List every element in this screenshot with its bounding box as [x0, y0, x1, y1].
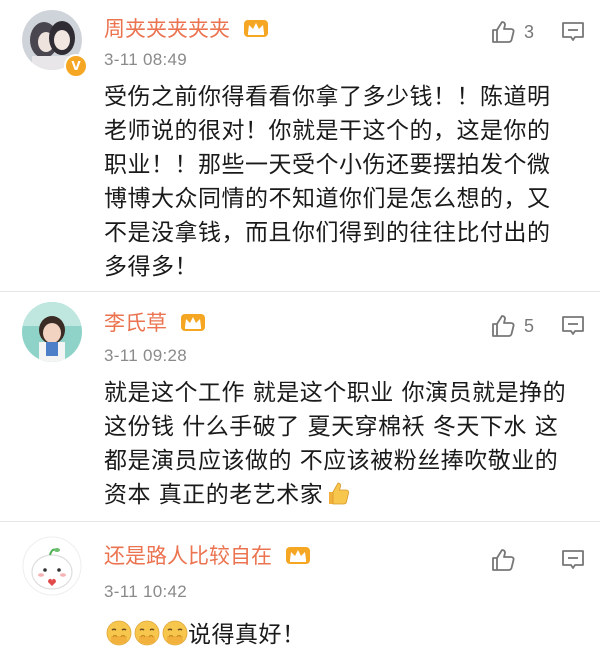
comment-time: 3-11 09:28	[104, 346, 188, 365]
like-button[interactable]	[490, 546, 524, 574]
comment-time: 3-11 10:42	[104, 582, 188, 601]
comment-time: 3-11 08:49	[104, 50, 188, 69]
comment-item-3: 还是路人比较自在 3-11 10:42 说得真好！	[0, 522, 600, 648]
comment-body: 就是这个工作 就是这个职业 你演员就是挣的这份钱 什么手破了 夏天穿棉袄 冬天下…	[104, 376, 572, 512]
like-button[interactable]: 3	[490, 18, 534, 46]
like-count: 5	[524, 315, 535, 336]
thumbs-up-icon	[492, 549, 515, 571]
thumbs-up-emoji	[329, 482, 350, 505]
username-text[interactable]: 周夹夹夹夹夹	[104, 17, 230, 41]
thumbs-up-icon	[492, 315, 515, 337]
comment-reply-icon[interactable]	[561, 548, 585, 572]
comment-body: 受伤之前你得看看你拿了多少钱！！陈道明老师说的很对！你就是干这个的，这是你的职业…	[104, 84, 551, 280]
comment-body-text: 说得真好！	[188, 622, 306, 648]
username[interactable]: 周夹夹夹夹夹	[104, 13, 269, 43]
thumbs-up-icon	[492, 21, 515, 43]
smirk-emoji	[106, 620, 132, 646]
verified-icon: V	[64, 54, 88, 78]
username-text[interactable]: 还是路人比较自在	[104, 544, 272, 568]
comment-reply-icon[interactable]	[561, 314, 585, 338]
comment-item-1: V 周夹夹夹夹夹 3-11 08:49 3 受伤之前你得看看你拿了多少钱！！陈道…	[0, 0, 600, 292]
crown-badge-icon	[243, 20, 268, 37]
crown-badge-icon	[285, 547, 310, 564]
avatar[interactable]	[22, 536, 82, 596]
like-button[interactable]: 5	[490, 312, 534, 340]
crown-badge-icon	[180, 314, 205, 331]
like-count: 3	[524, 21, 535, 42]
smirk-emoji	[134, 620, 160, 646]
username[interactable]: 还是路人比较自在	[104, 540, 311, 570]
smirk-emoji	[162, 620, 188, 646]
comment-item-2: 李氏草 3-11 09:28 5 就是这个工作 就是这个职业 你演员就是挣的这份…	[0, 292, 600, 522]
username-text[interactable]: 李氏草	[104, 311, 167, 335]
username[interactable]: 李氏草	[104, 307, 206, 337]
comment-body: 说得真好！	[104, 618, 572, 652]
avatar[interactable]	[22, 302, 82, 362]
comment-reply-icon[interactable]	[561, 20, 585, 44]
